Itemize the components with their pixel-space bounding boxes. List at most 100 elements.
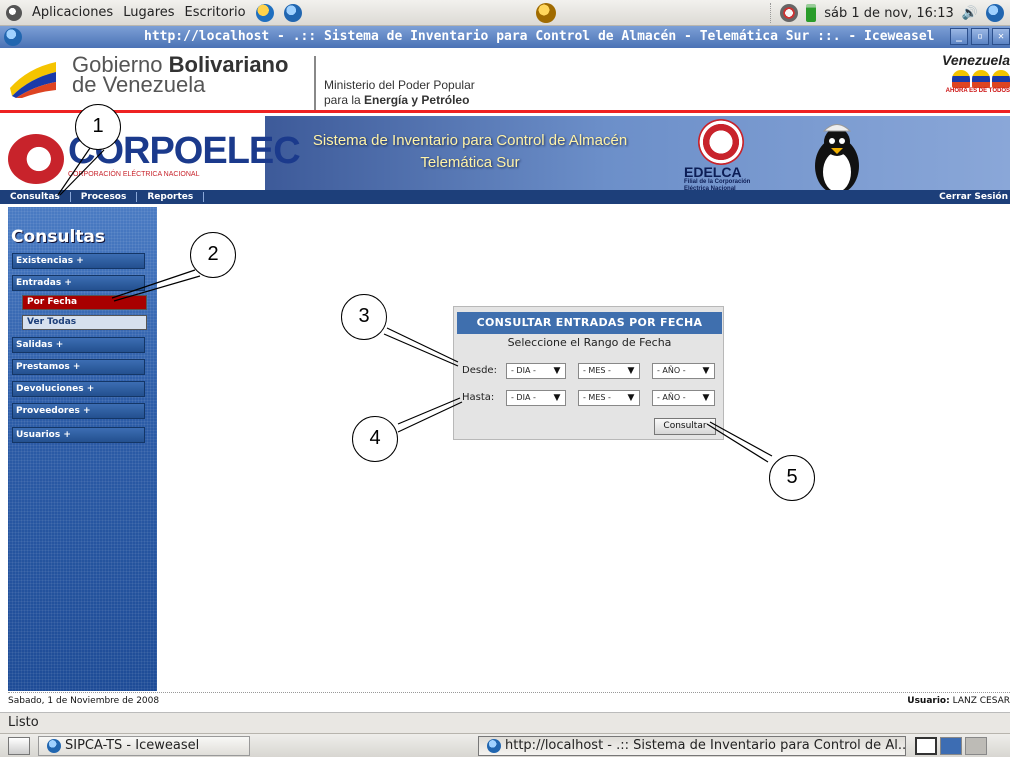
menu-escritorio[interactable]: Escritorio (185, 5, 246, 20)
chevron-down-icon: ▼ (553, 393, 561, 403)
callout-5: 5 (769, 455, 815, 501)
hasta-year-value: - AÑO - (657, 393, 686, 402)
window-titlebar[interactable]: http://localhost - .:: Sistema de Invent… (0, 26, 1010, 48)
nav-procesos[interactable]: Procesos (71, 192, 138, 202)
edelca-logo-icon (698, 119, 744, 165)
workspace-switcher-3[interactable] (965, 737, 987, 755)
government-header: Gobierno Bolivariano de Venezuela Minist… (0, 48, 1010, 113)
logout-link[interactable]: Cerrar Sesión (939, 192, 1010, 202)
date-range-form: CONSULTAR ENTRADAS POR FECHA Seleccione … (453, 306, 724, 440)
edelca-brand: EDELCA (684, 164, 742, 180)
sidebar-item-proveedores[interactable]: Proveedores + (12, 403, 145, 419)
callout-4: 4 (352, 416, 398, 462)
people-figure-icon (952, 70, 970, 88)
browser-statusbar: Listo (0, 712, 1010, 733)
maximize-button[interactable]: ▫ (971, 28, 989, 45)
menu-aplicaciones[interactable]: Aplicaciones (32, 5, 113, 20)
desde-month-select[interactable]: - MES - ▼ (578, 363, 640, 379)
sidebar-item-existencias[interactable]: Existencias + (12, 253, 145, 269)
ministry-line2-bold: Energía y Petróleo (364, 93, 470, 107)
footer-date: Sabado, 1 de Noviembre de 2008 (8, 696, 160, 706)
taskbar-item-sipca-label: SIPCA-TS - Iceweasel (65, 738, 200, 753)
header-divider (314, 56, 316, 110)
corpoelec-subtitle: CORPORACIÓN ELÉCTRICA NACIONAL (68, 171, 200, 178)
callout-3: 3 (341, 294, 387, 340)
venezuela-flag-icon (10, 62, 56, 98)
chevron-down-icon: ▼ (627, 393, 635, 403)
venezuela-slogan: Venezuela (942, 52, 1010, 68)
ministry-title: Ministerio del Poder Popular para la Ene… (324, 78, 475, 108)
iceweasel-icon (47, 738, 61, 753)
desde-day-value: - DIA - (511, 366, 536, 375)
hasta-label: Hasta: (462, 392, 495, 403)
government-title: Gobierno Bolivariano de Venezuela (72, 54, 288, 97)
sidebar-item-prestamos[interactable]: Prestamos + (12, 359, 145, 375)
taskbar-item-localhost[interactable]: http://localhost - .:: Sistema de Invent… (478, 736, 906, 756)
tux-penguin-icon (815, 124, 859, 198)
sidebar-subitem-ver-todas[interactable]: Ver Todas (22, 315, 147, 330)
gnome-foot-icon[interactable] (6, 4, 22, 21)
battery-icon[interactable] (806, 4, 817, 22)
system-title-line1: Sistema de Inventario para Control de Al… (312, 132, 628, 149)
sidebar: Consultas Existencias + Entradas + Por F… (8, 207, 157, 691)
help-icon[interactable] (255, 3, 274, 22)
iceweasel-icon (487, 738, 501, 753)
tray-globe-icon[interactable] (986, 4, 1004, 22)
show-desktop-button[interactable] (8, 737, 30, 755)
venezuela-tagline: AHORA ES DE TODOS (945, 88, 1010, 94)
system-title-line2: Telemática Sur (420, 154, 520, 171)
menu-lugares[interactable]: Lugares (123, 5, 174, 20)
sidebar-item-devoluciones[interactable]: Devoluciones + (12, 381, 145, 397)
close-button[interactable]: ✕ (992, 28, 1010, 45)
minimize-button[interactable]: _ (950, 28, 968, 45)
volume-icon[interactable]: 🔊 (962, 6, 978, 21)
ministry-line1: Ministerio del Poder Popular (324, 78, 475, 92)
desde-label: Desde: (462, 365, 497, 376)
desde-month-value: - MES - (583, 366, 611, 375)
hasta-month-value: - MES - (583, 393, 611, 402)
callout-1: 1 (75, 104, 121, 150)
sidebar-item-usuarios[interactable]: Usuarios + (12, 427, 145, 443)
iceweasel-icon[interactable] (4, 28, 22, 46)
taskbar-item-localhost-label: http://localhost - .:: Sistema de Invent… (505, 738, 906, 753)
chevron-down-icon: ▼ (702, 366, 710, 376)
people-figure-icon (992, 70, 1010, 88)
sidebar-heading: Consultas (11, 227, 106, 247)
main-nav: Consultas Procesos Reportes Cerrar Sesió… (0, 190, 1010, 204)
chevron-down-icon: ▼ (702, 393, 710, 403)
hasta-day-value: - DIA - (511, 393, 536, 402)
bottom-taskbar: SIPCA-TS - Iceweasel http://localhost - … (0, 733, 1010, 757)
hasta-month-select[interactable]: - MES - ▼ (578, 390, 640, 406)
gov-line2: de Venezuela (72, 72, 206, 97)
browser-launcher-icon[interactable] (283, 3, 302, 22)
update-notifier-icon[interactable] (536, 3, 556, 23)
nav-reportes[interactable]: Reportes (137, 192, 205, 202)
desde-day-select[interactable]: - DIA - ▼ (506, 363, 566, 379)
chevron-down-icon: ▼ (553, 366, 561, 376)
system-title: Sistema de Inventario para Control de Al… (285, 130, 655, 174)
people-figure-icon (972, 70, 990, 88)
panel-separator (770, 3, 772, 23)
clock[interactable]: sáb 1 de nov, 16:13 (824, 6, 954, 21)
sidebar-item-entradas[interactable]: Entradas + (12, 275, 145, 291)
form-header: CONSULTAR ENTRADAS POR FECHA (457, 312, 722, 334)
chevron-down-icon: ▼ (627, 366, 635, 376)
sidebar-item-salidas[interactable]: Salidas + (12, 337, 145, 353)
hasta-day-select[interactable]: - DIA - ▼ (506, 390, 566, 406)
nav-consultas[interactable]: Consultas (0, 192, 71, 202)
network-icon[interactable] (780, 4, 799, 22)
edelca-subtitle-line1: Filial de la Corporación (684, 179, 751, 185)
footer-user-value: LANZ CESAR (952, 696, 1010, 706)
corpoelec-logo-icon (8, 134, 64, 184)
sidebar-subitem-por-fecha[interactable]: Por Fecha (22, 295, 147, 310)
workspace-switcher-2[interactable] (940, 737, 962, 755)
hasta-year-select[interactable]: - AÑO - ▼ (652, 390, 715, 406)
desde-year-select[interactable]: - AÑO - ▼ (652, 363, 715, 379)
workspace-switcher-1[interactable] (915, 737, 937, 755)
footer-user-label: Usuario: (907, 696, 950, 706)
footer-user: Usuario: LANZ CESAR (907, 693, 1010, 709)
taskbar-item-sipca[interactable]: SIPCA-TS - Iceweasel (38, 736, 250, 756)
window-title: http://localhost - .:: Sistema de Invent… (144, 29, 935, 44)
consultar-button[interactable]: Consultar (654, 418, 716, 435)
form-subtitle: Seleccione el Rango de Fecha (507, 336, 672, 349)
